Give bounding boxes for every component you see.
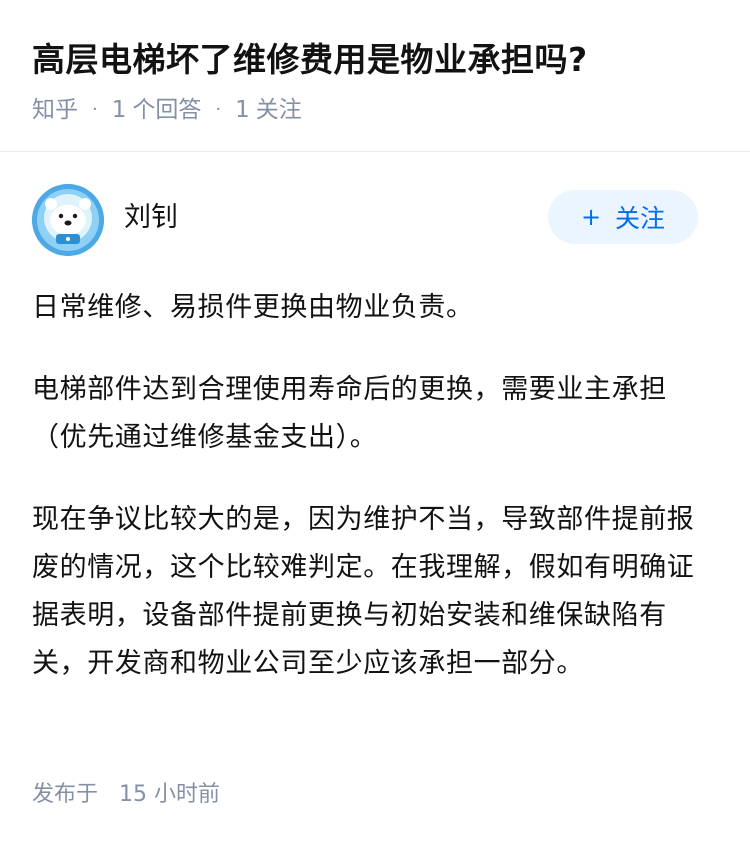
- follow-count-label: 关注: [255, 97, 302, 123]
- answer-count-label: 个回答: [132, 97, 202, 123]
- author-name[interactable]: 刘钊: [124, 195, 178, 234]
- question-title[interactable]: 高层电梯坏了维修费用是物业承担吗?: [32, 38, 718, 82]
- zhihu-question-page: 高层电梯坏了维修费用是物业承担吗? 知乎 · 1 个回答 · 1 关注 刘钊 +…: [0, 0, 750, 842]
- meta-separator: ·: [215, 99, 222, 120]
- polar-bear-astronaut-icon: [32, 184, 104, 256]
- answer-publish-time: 发布于 15 小时前: [32, 776, 220, 808]
- answer-paragraph: 日常维修、易损件更换由物业负责。: [32, 292, 474, 323]
- publish-prefix: 发布于: [32, 782, 99, 807]
- publish-time: 15 小时前: [119, 782, 221, 807]
- question-header: 高层电梯坏了维修费用是物业承担吗? 知乎 · 1 个回答 · 1 关注: [0, 0, 750, 152]
- follow-count: 1: [235, 97, 250, 123]
- follow-button-label: 关注: [615, 204, 666, 233]
- answer-body: 日常维修、易损件更换由物业负责。 电梯部件达到合理使用寿命后的更换，需要业主承担…: [32, 284, 712, 688]
- answer-paragraph: 电梯部件达到合理使用寿命后的更换，需要业主承担（优先通过维修基金支出）。: [32, 374, 667, 453]
- meta-separator: ·: [92, 99, 98, 120]
- answer-paragraph: 现在争议比较大的是，因为维护不当，导致部件提前报废的情况，这个比较难判定。在我理…: [32, 504, 695, 679]
- question-meta: 知乎 · 1 个回答 · 1 关注: [32, 94, 718, 126]
- author-row: 刘钊 + 关注: [32, 182, 718, 258]
- source-label[interactable]: 知乎: [32, 94, 78, 126]
- follow-author-button[interactable]: + 关注: [548, 190, 698, 244]
- plus-icon: +: [580, 203, 602, 231]
- answer-card: 刘钊 + 关注 日常维修、易损件更换由物业负责。 电梯部件达到合理使用寿命后的更…: [0, 152, 750, 688]
- answer-count: 1: [111, 97, 127, 123]
- author-avatar[interactable]: [32, 184, 104, 256]
